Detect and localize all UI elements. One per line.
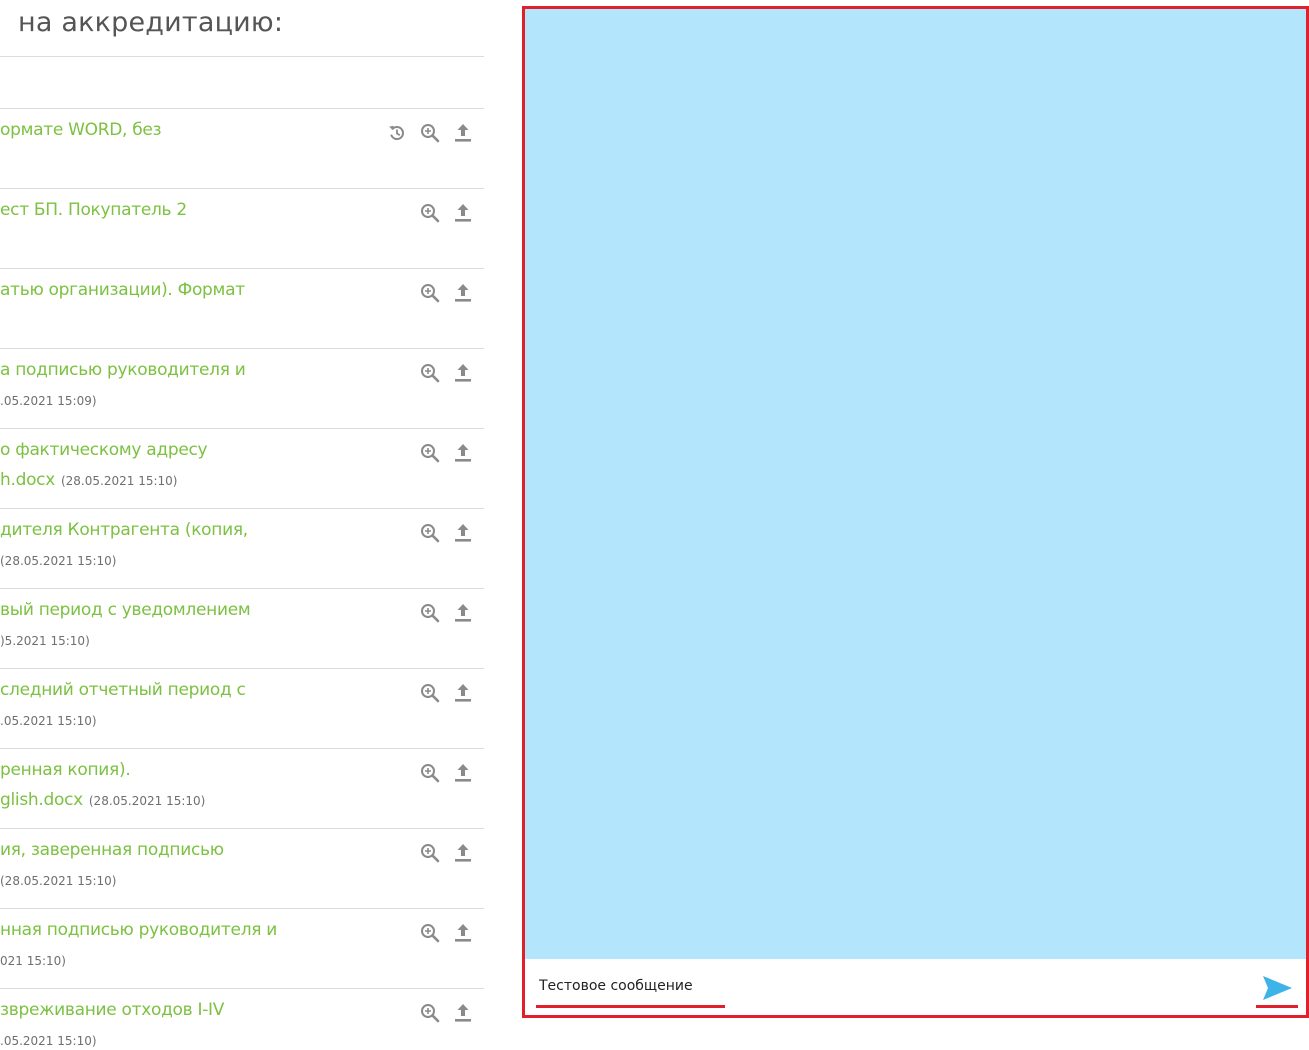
document-row: нная подписью руководителя и 021 15:10) (0, 908, 484, 988)
upload-timestamp: (28.05.2021 15:10) (0, 874, 117, 888)
zoom-in-icon[interactable] (419, 122, 441, 144)
document-attachment-line: .05.2021 15:09) (0, 390, 400, 409)
document-row: ест БП. Покупатель 2 (0, 188, 484, 268)
zoom-in-icon[interactable] (419, 202, 441, 224)
document-row: атью организации). Формат (0, 268, 484, 348)
document-title-link[interactable]: а подписью руководителя и (0, 360, 385, 380)
document-title-link[interactable]: ия, заверенная подписью (0, 840, 385, 860)
zoom-in-icon[interactable] (419, 922, 441, 944)
document-title-link[interactable]: ест БП. Покупатель 2 (0, 200, 385, 220)
document-attachment-line: .05.2021 15:10) (0, 710, 400, 729)
zoom-in-icon[interactable] (419, 842, 441, 864)
zoom-in-icon[interactable] (419, 362, 441, 384)
upload-icon[interactable] (452, 362, 474, 384)
upload-icon[interactable] (452, 602, 474, 624)
upload-icon[interactable] (452, 762, 474, 784)
document-row: следний отчетный период с .05.2021 15:10) (0, 668, 484, 748)
message-input[interactable] (539, 973, 1219, 999)
document-row: ренная копия). glish.docx (28.05.2021 15:1… (0, 748, 484, 828)
document-list-panel: на аккредитацию: ормате WORD, без ест БП.… (0, 0, 484, 1050)
document-attachment-line: )5.2021 15:10) (0, 630, 400, 649)
send-button[interactable] (1259, 973, 1295, 1003)
document-row: о фактическому адресу h.docx (28.05.2021 1… (0, 428, 484, 508)
document-row: а подписью руководителя и .05.2021 15:09) (0, 348, 484, 428)
upload-timestamp: (28.05.2021 15:10) (88, 794, 206, 808)
document-row: ия, заверенная подписью (28.05.2021 15:10… (0, 828, 484, 908)
upload-icon[interactable] (452, 202, 474, 224)
document-attachment-line: .05.2021 15:10) (0, 1030, 400, 1049)
document-title-link[interactable]: нная подписью руководителя и (0, 920, 385, 940)
document-attachment-line: 021 15:10) (0, 950, 400, 969)
title-divider (0, 56, 484, 57)
zoom-in-icon[interactable] (419, 682, 441, 704)
zoom-in-icon[interactable] (419, 762, 441, 784)
document-attachment-line: glish.docx (28.05.2021 15:10) (0, 790, 400, 810)
upload-timestamp: .05.2021 15:09) (0, 394, 97, 408)
upload-icon[interactable] (452, 842, 474, 864)
document-title-link[interactable]: атью организации). Формат (0, 280, 385, 300)
upload-timestamp: (28.05.2021 15:10) (0, 554, 117, 568)
document-row: звреживание отходов I-IV .05.2021 15:10) (0, 988, 484, 1050)
document-title-link[interactable]: ренная копия). (0, 760, 385, 780)
send-button-highlight (1256, 1005, 1298, 1008)
upload-icon[interactable] (452, 122, 474, 144)
document-title-link[interactable]: о фактическому адресу (0, 440, 385, 460)
upload-timestamp: .05.2021 15:10) (0, 714, 97, 728)
upload-timestamp: (28.05.2021 15:10) (60, 474, 178, 488)
document-attachment-line: (28.05.2021 15:10) (0, 550, 400, 569)
panel-title: на аккредитацию: (18, 7, 284, 38)
upload-icon[interactable] (452, 682, 474, 704)
document-title-link[interactable]: звреживание отходов I-IV (0, 1000, 385, 1020)
document-row: дителя Контрагента (копия, (28.05.2021 15… (0, 508, 484, 588)
upload-icon[interactable] (452, 442, 474, 464)
zoom-in-icon[interactable] (419, 602, 441, 624)
chat-message-area[interactable] (525, 9, 1306, 959)
upload-timestamp: )5.2021 15:10) (0, 634, 90, 648)
document-row: вый период с уведомлением )5.2021 15:10) (0, 588, 484, 668)
upload-timestamp: .05.2021 15:10) (0, 1034, 97, 1048)
document-title-link[interactable]: ормате WORD, без (0, 120, 385, 140)
document-title-link[interactable]: следний отчетный период с (0, 680, 385, 700)
upload-timestamp: 021 15:10) (0, 954, 66, 968)
zoom-in-icon[interactable] (419, 1002, 441, 1024)
document-row: ормате WORD, без (0, 108, 484, 188)
document-title-link[interactable]: дителя Контрагента (копия, (0, 520, 385, 540)
send-icon (1263, 976, 1292, 1000)
chat-panel (522, 6, 1309, 1018)
message-input-highlight (536, 1005, 725, 1008)
attached-file-link[interactable]: glish.docx (0, 790, 83, 810)
document-title-link[interactable]: вый период с уведомлением (0, 600, 385, 620)
zoom-in-icon[interactable] (419, 442, 441, 464)
document-attachment-line: (28.05.2021 15:10) (0, 870, 400, 889)
upload-icon[interactable] (452, 522, 474, 544)
attached-file-link[interactable]: h.docx (0, 470, 55, 490)
zoom-in-icon[interactable] (419, 522, 441, 544)
document-attachment-line: h.docx (28.05.2021 15:10) (0, 470, 400, 490)
history-icon[interactable] (386, 122, 408, 144)
upload-icon[interactable] (452, 282, 474, 304)
upload-icon[interactable] (452, 922, 474, 944)
upload-icon[interactable] (452, 1002, 474, 1024)
zoom-in-icon[interactable] (419, 282, 441, 304)
